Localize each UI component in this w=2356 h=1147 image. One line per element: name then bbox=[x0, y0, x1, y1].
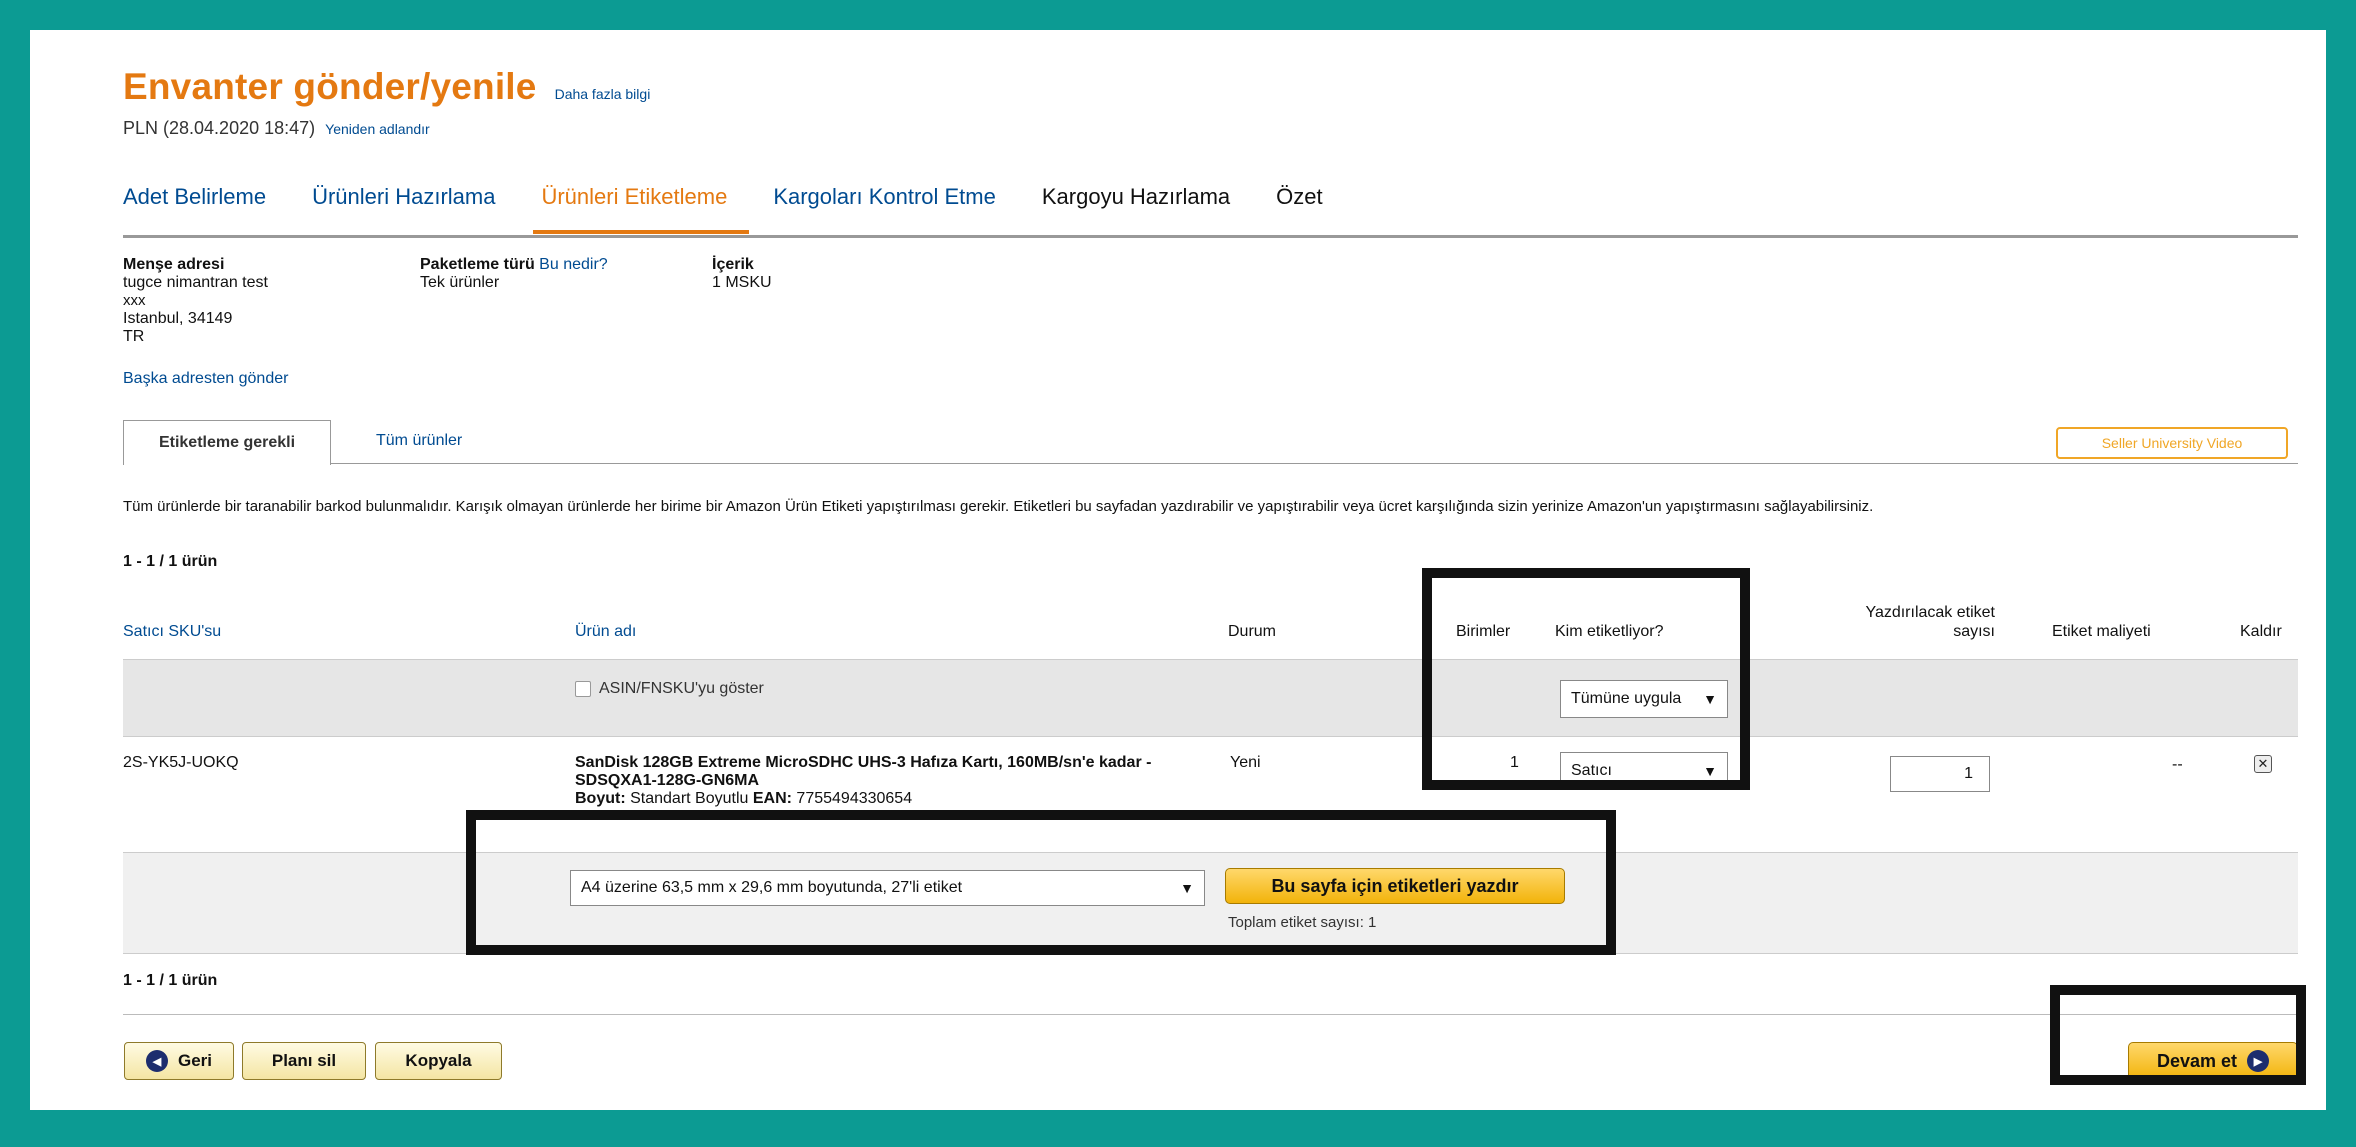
steps-divider bbox=[123, 235, 2298, 238]
header-product-name[interactable]: Ürün adı bbox=[575, 623, 636, 641]
delete-plan-label: Planı sil bbox=[271, 1051, 337, 1070]
filter-row bbox=[123, 659, 2298, 737]
row-label-cost: -- bbox=[2172, 756, 2183, 773]
contents-info: İçerik 1 MSKU bbox=[712, 256, 772, 292]
tab-label-required-text: Etiketleme gerekli bbox=[158, 434, 296, 451]
row-product-title: SanDisk 128GB Extreme MicroSDHC UHS-3 Ha… bbox=[575, 754, 1152, 789]
delete-plan-button[interactable]: Planı sil bbox=[242, 1042, 366, 1080]
rename-link[interactable]: Yeniden adlandır bbox=[325, 121, 430, 137]
label-count-input[interactable]: 1 bbox=[1890, 756, 1990, 792]
row-ean-label: EAN: bbox=[752, 790, 792, 807]
tab-label-required[interactable]: Etiketleme gerekli bbox=[123, 420, 331, 465]
row-product: SanDisk 128GB Extreme MicroSDHC UHS-3 Ha… bbox=[575, 754, 1215, 808]
back-label: Geri bbox=[177, 1051, 213, 1070]
highlight-box-print bbox=[466, 810, 1616, 955]
highlight-box-labeling bbox=[1422, 568, 1750, 790]
origin-line2: xxx bbox=[123, 292, 146, 309]
header-label-count-line2: sayısı bbox=[1953, 623, 1995, 640]
row-sku: 2S-YK5J-UOKQ bbox=[123, 754, 239, 771]
header-condition: Durum bbox=[1228, 623, 1277, 640]
row-ean-value: 7755494330654 bbox=[796, 790, 913, 807]
origin-label: Menşe adresi bbox=[123, 256, 225, 273]
other-address-link[interactable]: Başka adresten gönder bbox=[123, 370, 288, 388]
header-label-count-line1: Yazdırılacak etiket bbox=[1865, 604, 1995, 621]
origin-country: TR bbox=[123, 328, 145, 345]
what-is-this-link[interactable]: Bu nedir? bbox=[539, 256, 608, 273]
packing-label: Paketleme türü bbox=[420, 256, 535, 273]
origin-city: Istanbul, 34149 bbox=[123, 310, 233, 327]
instructions-text: Tüm ürünlerde bir taranabilir barkod bul… bbox=[123, 498, 1874, 515]
packing-type: Paketleme türü Bu nedir? Tek ürünler bbox=[420, 256, 608, 292]
row-condition: Yeni bbox=[1230, 754, 1261, 771]
show-asin-label: ASIN/FNSKU'yu göster bbox=[599, 680, 764, 697]
seller-university-video-button[interactable]: Seller University Video bbox=[2056, 427, 2288, 459]
contents-value: 1 MSKU bbox=[712, 274, 772, 291]
remove-icon[interactable]: ✕ bbox=[2254, 755, 2272, 773]
result-count-bottom: 1 - 1 / 1 ürün bbox=[123, 972, 218, 989]
row-size-value: Standart Boyutlu bbox=[630, 790, 749, 807]
plan-subtitle: PLN (28.04.2020 18:47) Yeniden adlandır bbox=[123, 118, 430, 139]
footer-divider bbox=[123, 1014, 2298, 1015]
origin-name: tugce nimantran test bbox=[123, 274, 268, 291]
highlight-box-continue bbox=[2050, 985, 2306, 1085]
header-label-count: Yazdırılacak etiket sayısı bbox=[1810, 603, 1995, 641]
show-asin-checkbox[interactable] bbox=[575, 681, 591, 697]
arrow-left-icon: ◀ bbox=[145, 1050, 168, 1072]
show-asin-toggle[interactable]: ASIN/FNSKU'yu göster bbox=[575, 680, 764, 698]
more-info-link[interactable]: Daha fazla bilgi bbox=[555, 86, 651, 102]
title-row: Envanter gönder/yenile Daha fazla bilgi bbox=[123, 66, 650, 118]
header-remove: Kaldır bbox=[2240, 623, 2282, 640]
back-button[interactable]: ◀ Geri bbox=[124, 1042, 234, 1080]
step-quantity[interactable]: Adet Belirleme bbox=[123, 184, 266, 224]
step-label[interactable]: Ürünleri Etiketleme bbox=[533, 184, 750, 234]
step-prepare-shipment: Kargoyu Hazırlama bbox=[1041, 184, 1231, 209]
contents-label: İçerik bbox=[712, 256, 754, 273]
header-sku[interactable]: Satıcı SKU'su bbox=[123, 623, 221, 641]
row-size-label: Boyut: bbox=[575, 790, 626, 807]
copy-label: Kopyala bbox=[405, 1051, 472, 1070]
copy-button[interactable]: Kopyala bbox=[375, 1042, 502, 1080]
workflow-steps: Adet Belirleme Ürünleri Hazırlama Ürünle… bbox=[123, 184, 2298, 234]
result-count-top: 1 - 1 / 1 ürün bbox=[123, 553, 218, 570]
tabs-divider bbox=[123, 463, 2298, 464]
tab-all-products[interactable]: Tüm ürünler bbox=[376, 432, 462, 450]
header-label-cost: Etiket maliyeti bbox=[2052, 623, 2151, 640]
packing-value: Tek ürünler bbox=[420, 274, 500, 291]
step-prepare[interactable]: Ürünleri Hazırlama bbox=[312, 184, 495, 224]
page-title: Envanter gönder/yenile bbox=[123, 66, 537, 107]
label-count-value: 1 bbox=[1964, 765, 1973, 782]
origin-address: Menşe adresi tugce nimantran test xxx Is… bbox=[123, 256, 268, 346]
plan-name: PLN (28.04.2020 18:47) bbox=[123, 118, 316, 138]
step-review-shipments[interactable]: Kargoları Kontrol Etme bbox=[773, 184, 996, 224]
step-summary: Özet bbox=[1276, 184, 1323, 209]
